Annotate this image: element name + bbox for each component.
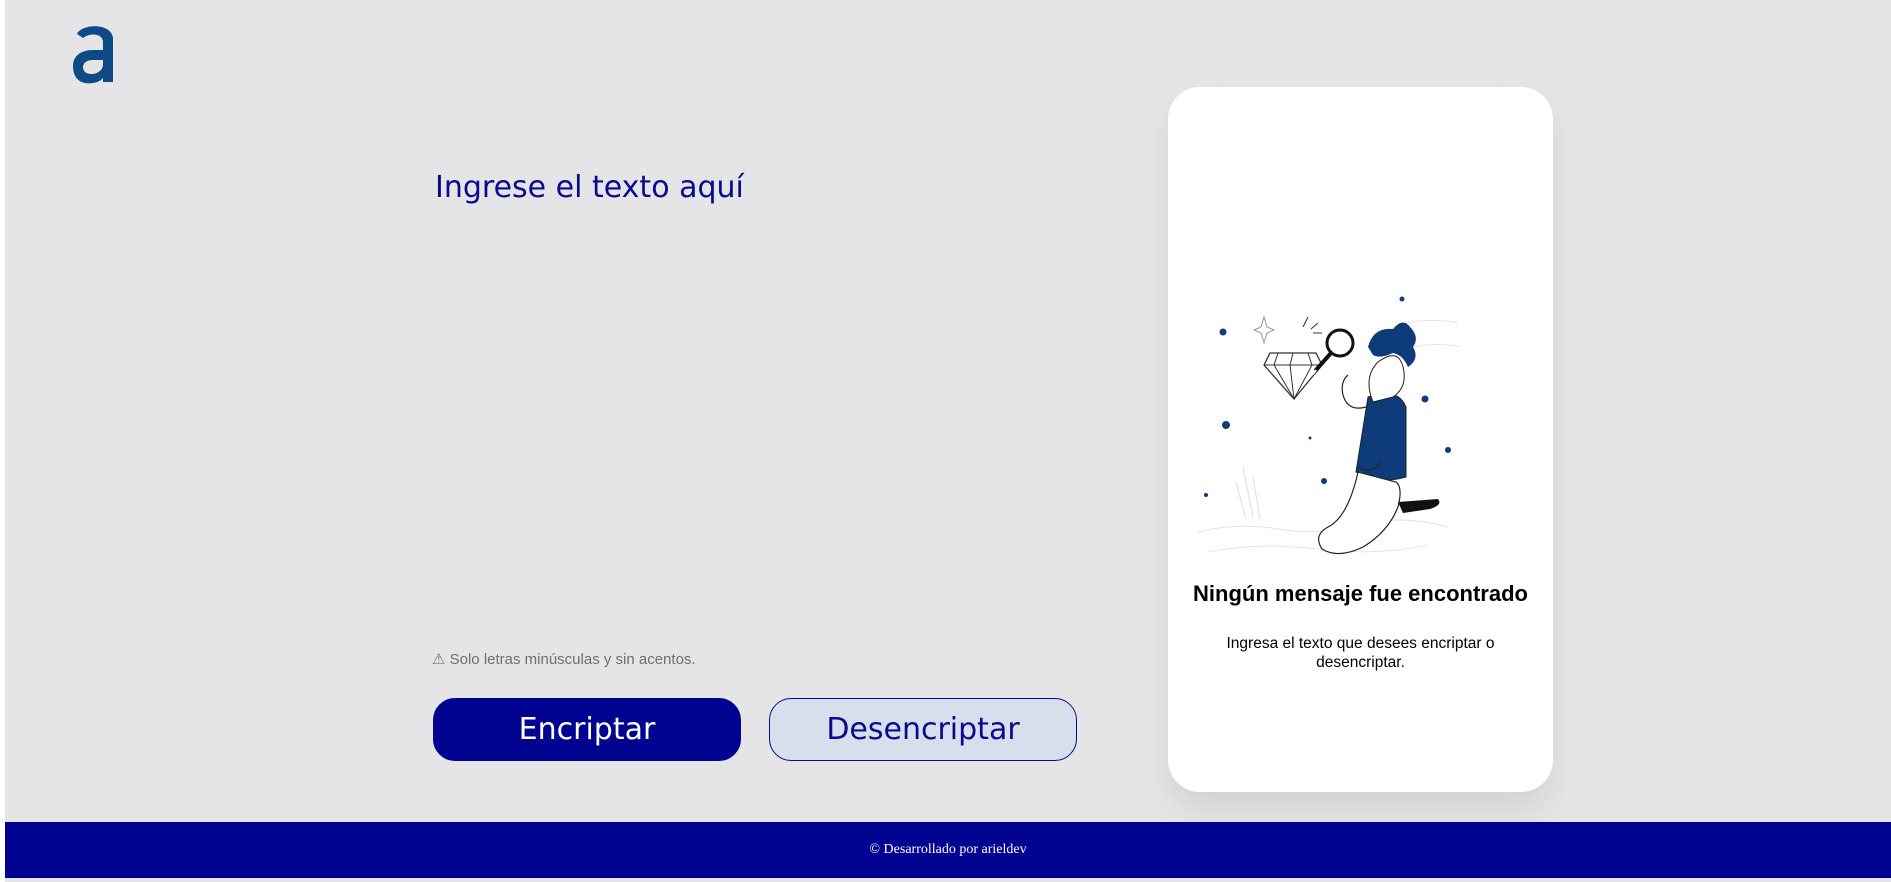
input-warning: ⚠ Solo letras minúsculas y sin acentos.	[432, 650, 696, 668]
encrypt-button[interactable]: Encriptar	[433, 698, 741, 761]
alura-a-logo-icon	[73, 26, 113, 84]
message-input[interactable]	[429, 170, 1069, 630]
page: ⚠ Solo letras minúsculas y sin acentos. …	[5, 0, 1891, 882]
person-with-magnifying-glass-illustration	[1198, 296, 1461, 555]
no-message-title: Ningún mensaje fue encontrado	[1193, 581, 1528, 606]
footer: © Desarrollado por arieldev	[5, 822, 1891, 878]
logo-icon[interactable]	[71, 20, 119, 86]
warning-text: Solo letras minúsculas y sin acentos.	[449, 651, 696, 668]
output-card: Ningún mensaje fue encontrado Ingresa el…	[1168, 87, 1553, 792]
warning-triangle-icon: ⚠	[432, 651, 446, 668]
footer-credit: © Desarrollado por arieldev	[869, 842, 1027, 857]
decrypt-button[interactable]: Desencriptar	[769, 698, 1077, 761]
text-input-area	[429, 170, 1069, 630]
no-message-text: Ingresa el texto que desees encriptar o …	[1226, 635, 1495, 671]
